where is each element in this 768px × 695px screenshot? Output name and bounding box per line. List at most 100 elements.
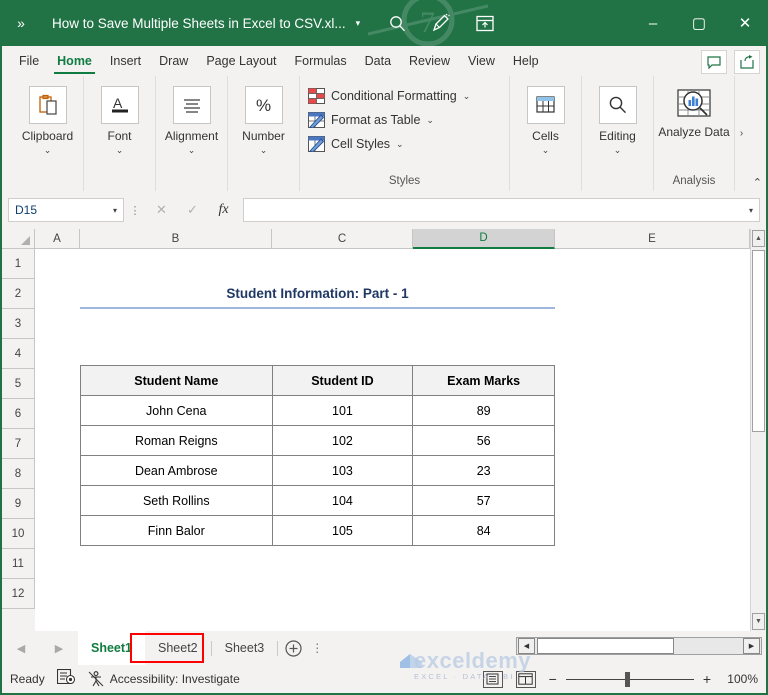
ribbon-group-cells[interactable]: Cells ⌄	[510, 76, 582, 191]
row-header-11[interactable]: 11	[2, 549, 35, 579]
tab-data[interactable]: Data	[356, 47, 400, 76]
search-icon[interactable]	[386, 12, 408, 34]
conditional-formatting-button[interactable]: Conditional Formatting ⌄	[306, 84, 470, 108]
ribbon-group-number[interactable]: % Number ⌄	[228, 76, 300, 191]
zoom-out-button[interactable]: −	[549, 671, 557, 687]
row-header-8[interactable]: 8	[2, 459, 35, 489]
zoom-slider-thumb[interactable]	[624, 671, 630, 687]
cell-id-3[interactable]: 103	[271, 455, 414, 486]
cell-id-5[interactable]: 105	[271, 515, 414, 546]
scroll-up-button[interactable]: ▲	[752, 230, 765, 247]
cell-marks-1[interactable]: 89	[412, 395, 555, 426]
cell-name-5[interactable]: Finn Balor	[80, 515, 273, 546]
cancel-edit-icon[interactable]: ✕	[146, 198, 177, 222]
row-header-10[interactable]: 10	[2, 519, 35, 549]
vertical-scroll-track[interactable]	[751, 248, 766, 612]
clipboard-chevron-down-icon[interactable]: ⌄	[44, 145, 52, 156]
tab-formulas[interactable]: Formulas	[286, 47, 356, 76]
draw-pen-icon[interactable]	[430, 12, 452, 34]
cell-marks-3[interactable]: 23	[412, 455, 555, 486]
cell-id-1[interactable]: 101	[271, 395, 414, 426]
zoom-in-button[interactable]: +	[703, 671, 711, 687]
cell-name-1[interactable]: John Cena	[80, 395, 273, 426]
select-all-corner[interactable]	[2, 229, 35, 249]
ribbon-display-icon[interactable]	[474, 12, 496, 34]
horizontal-scrollbar[interactable]: ◀ ▶	[516, 637, 762, 655]
header-exam-marks[interactable]: Exam Marks	[412, 365, 555, 396]
font-chevron-down-icon[interactable]: ⌄	[116, 145, 124, 156]
insert-function-icon[interactable]: fx	[208, 198, 239, 222]
confirm-edit-icon[interactable]: ✓	[177, 198, 208, 222]
ribbon-collapse-chevron-up-icon[interactable]: ⌃	[753, 176, 762, 189]
ribbon-group-analysis[interactable]: Analyze Data Analysis	[654, 76, 734, 191]
worksheet-title-cell[interactable]: Student Information: Part - 1	[80, 279, 555, 309]
vertical-scroll-thumb[interactable]	[752, 250, 765, 432]
row-header-2[interactable]: 2	[2, 279, 35, 309]
cell-marks-2[interactable]: 56	[412, 425, 555, 456]
cell-name-2[interactable]: Roman Reigns	[80, 425, 273, 456]
cell-id-4[interactable]: 104	[271, 485, 414, 516]
format-as-table-chevron-down-icon[interactable]: ⌄	[426, 115, 434, 126]
cell-styles-chevron-down-icon[interactable]: ⌄	[396, 139, 404, 150]
zoom-slider-track[interactable]	[565, 671, 694, 687]
sheet-tab-sheet1[interactable]: Sheet1	[78, 631, 145, 665]
tab-home[interactable]: Home	[48, 47, 101, 76]
sheet-tab-sheet3[interactable]: Sheet3	[212, 631, 278, 665]
formula-input[interactable]: ▾	[243, 198, 760, 222]
name-box[interactable]: D15 ▾	[8, 198, 124, 222]
accessibility-status[interactable]: Accessibility: Investigate	[88, 671, 240, 687]
title-dropdown-caret[interactable]: ▾	[356, 18, 361, 29]
horizontal-scroll-thumb[interactable]	[537, 638, 674, 654]
name-box-caret-down-icon[interactable]: ▾	[113, 206, 117, 215]
formula-bar-grip[interactable]: ⋮	[128, 204, 142, 217]
format-as-table-button[interactable]: Format as Table ⌄	[306, 108, 434, 132]
scroll-down-button[interactable]: ▼	[752, 613, 765, 630]
sheet-options-dots[interactable]: ⋮	[308, 641, 326, 655]
share-icon[interactable]	[734, 50, 760, 74]
tab-page-layout[interactable]: Page Layout	[197, 47, 285, 76]
cell-styles-button[interactable]: Cell Styles ⌄	[306, 132, 404, 156]
row-header-7[interactable]: 7	[2, 429, 35, 459]
comment-icon[interactable]	[701, 50, 727, 74]
row-header-1[interactable]: 1	[2, 249, 35, 279]
column-header-e[interactable]: E	[555, 229, 750, 249]
column-header-c[interactable]: C	[272, 229, 413, 249]
ribbon-more-chevron-right-icon[interactable]: ›	[734, 76, 748, 191]
row-header-12[interactable]: 12	[2, 579, 35, 609]
tab-view[interactable]: View	[459, 47, 504, 76]
formula-expand-caret-down-icon[interactable]: ▾	[749, 206, 753, 215]
minimize-button[interactable]: –	[630, 0, 676, 46]
tab-help[interactable]: Help	[504, 47, 548, 76]
sheet-nav-prev-icon[interactable]: ◀	[17, 642, 25, 655]
cells-chevron-down-icon[interactable]: ⌄	[542, 145, 550, 156]
column-header-b[interactable]: B	[80, 229, 272, 249]
column-header-a[interactable]: A	[35, 229, 80, 249]
header-student-id[interactable]: Student ID	[271, 365, 414, 396]
header-student-name[interactable]: Student Name	[80, 365, 273, 396]
tab-review[interactable]: Review	[400, 47, 459, 76]
alignment-chevron-down-icon[interactable]: ⌄	[188, 145, 196, 156]
hscroll-right-button[interactable]: ▶	[743, 638, 760, 654]
conditional-formatting-chevron-down-icon[interactable]: ⌄	[463, 91, 471, 102]
sheet-nav-next-icon[interactable]: ▶	[55, 642, 63, 655]
tab-insert[interactable]: Insert	[101, 47, 150, 76]
add-sheet-button[interactable]	[278, 639, 308, 657]
cell-marks-5[interactable]: 84	[412, 515, 555, 546]
ribbon-group-alignment[interactable]: Alignment ⌄	[156, 76, 228, 191]
row-header-9[interactable]: 9	[2, 489, 35, 519]
cell-name-4[interactable]: Seth Rollins	[80, 485, 273, 516]
number-chevron-down-icon[interactable]: ⌄	[260, 145, 268, 156]
sheet-tab-sheet2[interactable]: Sheet2	[145, 631, 211, 665]
zoom-control[interactable]: − +	[549, 671, 711, 687]
row-header-3[interactable]: 3	[2, 309, 35, 339]
overflow-chevron-button[interactable]: »	[0, 0, 42, 46]
ribbon-group-font[interactable]: A Font ⌄	[84, 76, 156, 191]
cell-id-2[interactable]: 102	[271, 425, 414, 456]
row-header-5[interactable]: 5	[2, 369, 35, 399]
ribbon-group-clipboard[interactable]: Clipboard ⌄	[12, 76, 84, 191]
tab-file[interactable]: File	[10, 47, 48, 76]
editing-chevron-down-icon[interactable]: ⌄	[614, 145, 622, 156]
grid-cells[interactable]: Student Information: Part - 1 Student Na…	[35, 249, 750, 631]
vertical-scrollbar[interactable]: ▲ ▼	[750, 229, 766, 631]
column-header-d[interactable]: D	[413, 229, 555, 249]
